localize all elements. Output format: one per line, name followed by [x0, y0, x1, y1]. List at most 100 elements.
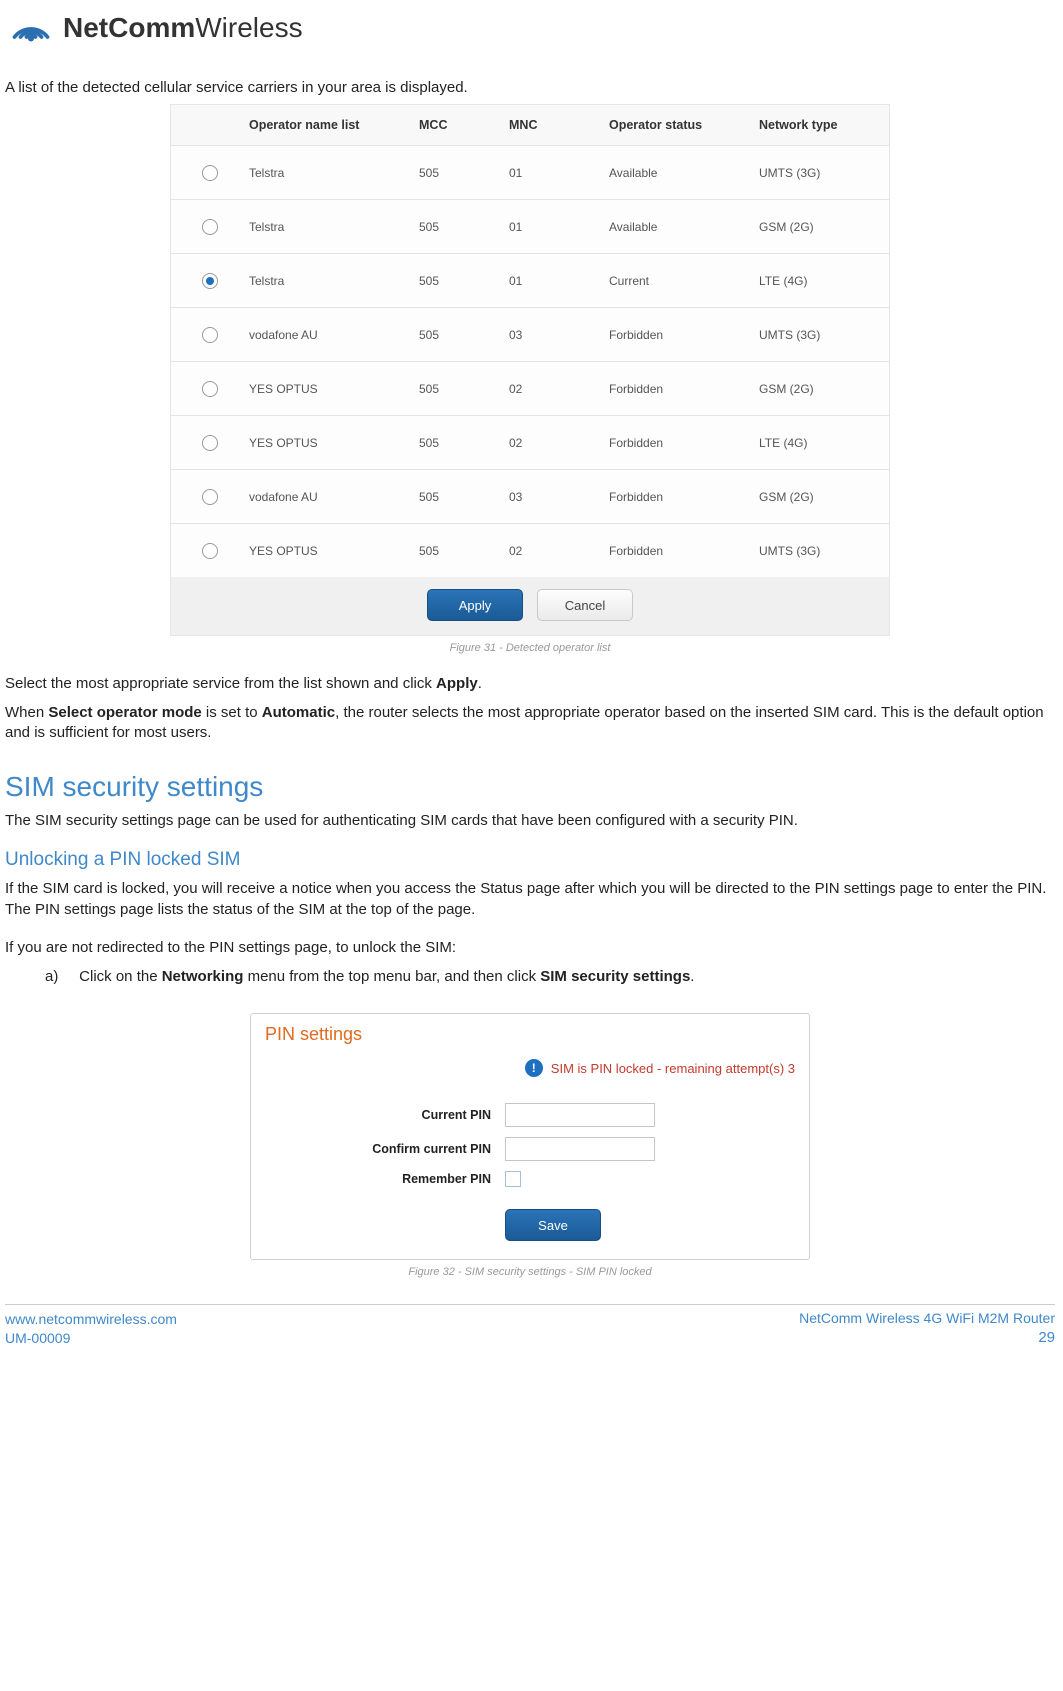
- operator-radio[interactable]: [202, 327, 218, 343]
- operator-net-cell: UMTS (3G): [759, 166, 889, 180]
- col-operator-name: Operator name list: [249, 118, 419, 132]
- col-mcc: MCC: [419, 118, 509, 132]
- operator-status-cell: Available: [609, 166, 759, 180]
- operator-status-cell: Available: [609, 220, 759, 234]
- operator-net-cell: GSM (2G): [759, 490, 889, 504]
- operator-row[interactable]: Telstra50501AvailableGSM (2G): [171, 199, 889, 253]
- brand-bold: NetComm: [63, 12, 195, 43]
- cancel-button[interactable]: Cancel: [537, 589, 633, 621]
- unlocking-pin-para: If the SIM card is locked, you will rece…: [5, 879, 1055, 920]
- operator-mnc-cell: 02: [509, 544, 609, 558]
- footer-code: UM-00009: [5, 1329, 177, 1348]
- operator-mcc-cell: 505: [419, 328, 509, 342]
- operator-radio[interactable]: [202, 489, 218, 505]
- operator-status-cell: Forbidden: [609, 490, 759, 504]
- operator-mnc-cell: 01: [509, 220, 609, 234]
- footer-page-number: 29: [799, 1328, 1055, 1348]
- operator-name-cell: YES OPTUS: [249, 382, 419, 396]
- current-pin-input[interactable]: [505, 1103, 655, 1127]
- operator-mnc-cell: 03: [509, 328, 609, 342]
- operator-mcc-cell: 505: [419, 220, 509, 234]
- save-button[interactable]: Save: [505, 1209, 601, 1241]
- operator-name-cell: Telstra: [249, 166, 419, 180]
- operator-net-cell: GSM (2G): [759, 382, 889, 396]
- confirm-pin-label: Confirm current PIN: [265, 1142, 505, 1156]
- operator-row[interactable]: YES OPTUS50502ForbiddenUMTS (3G): [171, 523, 889, 577]
- operator-net-cell: UMTS (3G): [759, 328, 889, 342]
- unlocking-pin-heading: Unlocking a PIN locked SIM: [5, 849, 1055, 871]
- pin-settings-panel: PIN settings ! SIM is PIN locked - remai…: [250, 1013, 810, 1260]
- operator-status-cell: Current: [609, 274, 759, 288]
- footer-url: www.netcommwireless.com: [5, 1311, 177, 1327]
- operator-radio[interactable]: [202, 219, 218, 235]
- operator-name-cell: YES OPTUS: [249, 544, 419, 558]
- operator-row[interactable]: YES OPTUS50502ForbiddenGSM (2G): [171, 361, 889, 415]
- operator-mcc-cell: 505: [419, 544, 509, 558]
- brand-logo: NetCommWireless: [7, 4, 1055, 52]
- operator-table-header: Operator name list MCC MNC Operator stat…: [171, 105, 889, 145]
- step-a: a) Click on the Networking menu from the…: [45, 968, 1055, 985]
- operator-name-cell: vodafone AU: [249, 328, 419, 342]
- operator-mnc-cell: 01: [509, 274, 609, 288]
- netcomm-icon: [7, 4, 55, 52]
- confirm-pin-input[interactable]: [505, 1137, 655, 1161]
- para-automatic-mode: When Select operator mode is set to Auto…: [5, 703, 1055, 744]
- operator-radio[interactable]: [202, 543, 218, 559]
- figure-31-caption: Figure 31 - Detected operator list: [5, 642, 1055, 654]
- operator-button-bar: Apply Cancel: [171, 577, 889, 635]
- operator-mcc-cell: 505: [419, 490, 509, 504]
- pin-alert: ! SIM is PIN locked - remaining attempt(…: [265, 1059, 795, 1077]
- remember-pin-label: Remember PIN: [265, 1172, 505, 1186]
- operator-mnc-cell: 01: [509, 166, 609, 180]
- operator-radio[interactable]: [202, 435, 218, 451]
- operator-mcc-cell: 505: [419, 436, 509, 450]
- operator-row[interactable]: Telstra50501AvailableUMTS (3G): [171, 145, 889, 199]
- para-select-apply: Select the most appropriate service from…: [5, 674, 1055, 694]
- operator-row[interactable]: YES OPTUS50502ForbiddenLTE (4G): [171, 415, 889, 469]
- footer-product: NetComm Wireless 4G WiFi M2M Router: [799, 1310, 1055, 1326]
- col-status: Operator status: [609, 118, 759, 132]
- remember-pin-checkbox[interactable]: [505, 1171, 521, 1187]
- operator-radio[interactable]: [202, 381, 218, 397]
- operator-row[interactable]: vodafone AU50503ForbiddenUMTS (3G): [171, 307, 889, 361]
- operator-net-cell: GSM (2G): [759, 220, 889, 234]
- operator-name-cell: Telstra: [249, 220, 419, 234]
- brand-text: NetCommWireless: [63, 12, 303, 44]
- operator-row[interactable]: Telstra50501CurrentLTE (4G): [171, 253, 889, 307]
- operator-mcc-cell: 505: [419, 166, 509, 180]
- col-mnc: MNC: [509, 118, 609, 132]
- current-pin-label: Current PIN: [265, 1108, 505, 1122]
- operator-mnc-cell: 02: [509, 436, 609, 450]
- intro-text: A list of the detected cellular service …: [5, 78, 1055, 98]
- info-icon: !: [525, 1059, 543, 1077]
- operator-name-cell: vodafone AU: [249, 490, 419, 504]
- operator-name-cell: Telstra: [249, 274, 419, 288]
- operator-status-cell: Forbidden: [609, 382, 759, 396]
- operator-status-cell: Forbidden: [609, 436, 759, 450]
- apply-button[interactable]: Apply: [427, 589, 523, 621]
- operator-mnc-cell: 03: [509, 490, 609, 504]
- operator-net-cell: LTE (4G): [759, 274, 889, 288]
- brand-light: Wireless: [195, 12, 302, 43]
- figure-32-caption: Figure 32 - SIM security settings - SIM …: [5, 1266, 1055, 1278]
- operator-net-cell: LTE (4G): [759, 436, 889, 450]
- pin-settings-title: PIN settings: [265, 1024, 795, 1045]
- sim-security-para: The SIM security settings page can be us…: [5, 811, 1055, 831]
- operator-list-panel: Operator name list MCC MNC Operator stat…: [170, 104, 890, 636]
- operator-net-cell: UMTS (3G): [759, 544, 889, 558]
- pin-alert-text: SIM is PIN locked - remaining attempt(s)…: [551, 1061, 795, 1076]
- operator-mcc-cell: 505: [419, 274, 509, 288]
- operator-radio[interactable]: [202, 165, 218, 181]
- operator-row[interactable]: vodafone AU50503ForbiddenGSM (2G): [171, 469, 889, 523]
- operator-mnc-cell: 02: [509, 382, 609, 396]
- redirect-para: If you are not redirected to the PIN set…: [5, 938, 1055, 958]
- operator-name-cell: YES OPTUS: [249, 436, 419, 450]
- page-footer: www.netcommwireless.com UM-00009 NetComm…: [5, 1309, 1055, 1348]
- operator-mcc-cell: 505: [419, 382, 509, 396]
- footer-rule: [5, 1304, 1055, 1305]
- operator-status-cell: Forbidden: [609, 544, 759, 558]
- operator-radio[interactable]: [202, 273, 218, 289]
- sim-security-heading: SIM security settings: [5, 771, 1055, 803]
- operator-status-cell: Forbidden: [609, 328, 759, 342]
- col-network-type: Network type: [759, 118, 889, 132]
